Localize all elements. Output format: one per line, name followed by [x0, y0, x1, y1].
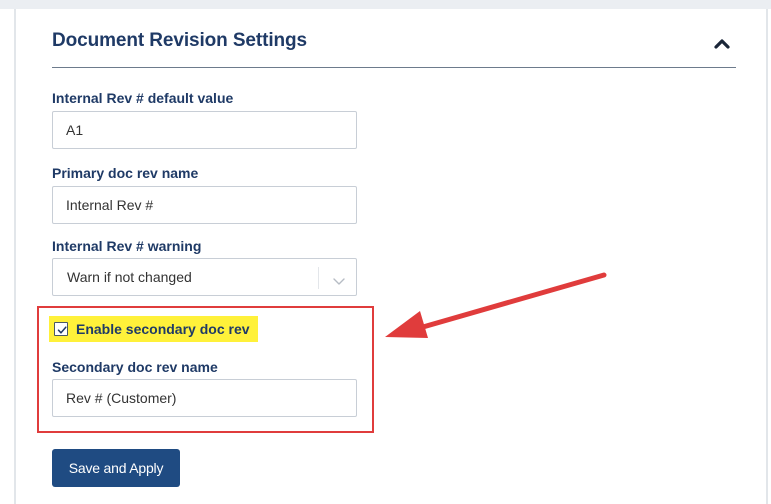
settings-page: Document Revision Settings Internal Rev …: [0, 0, 771, 504]
card-border-left: [14, 9, 16, 504]
enable-secondary-rev-checkbox[interactable]: Enable secondary doc rev: [49, 316, 258, 342]
checkmark-icon: [57, 326, 67, 334]
internal-rev-default-label: Internal Rev # default value: [52, 90, 234, 106]
checkbox-label: Enable secondary doc rev: [76, 321, 250, 337]
internal-rev-warning-label: Internal Rev # warning: [52, 238, 202, 254]
save-and-apply-button[interactable]: Save and Apply: [52, 449, 180, 487]
chevron-down-icon: [332, 273, 346, 285]
section-title: Document Revision Settings: [52, 30, 307, 51]
primary-rev-name-label: Primary doc rev name: [52, 165, 199, 181]
select-value: Warn if not changed: [67, 269, 192, 285]
secondary-rev-name-label: Secondary doc rev name: [52, 359, 218, 375]
card-border-right: [766, 9, 768, 504]
secondary-rev-name-input[interactable]: [52, 379, 357, 417]
select-separator: [318, 267, 319, 289]
primary-rev-name-input[interactable]: [52, 186, 357, 224]
internal-rev-default-input[interactable]: [52, 111, 357, 149]
checkbox-box[interactable]: [54, 322, 68, 336]
chevron-up-icon[interactable]: [713, 36, 731, 50]
section-divider: [52, 67, 736, 68]
internal-rev-warning-select[interactable]: Warn if not changed: [52, 258, 357, 296]
top-edge: [0, 0, 771, 9]
